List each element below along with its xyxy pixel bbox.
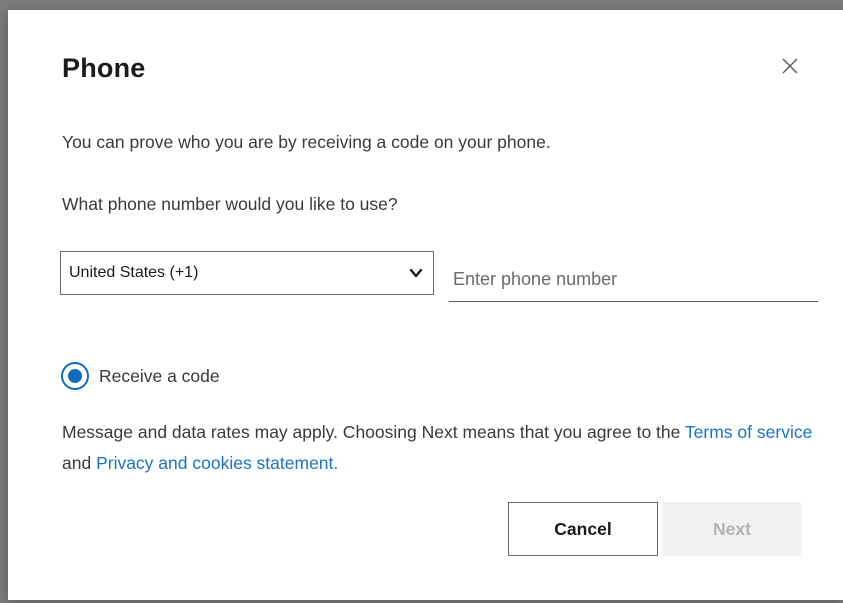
privacy-statement-link[interactable]: Privacy and cookies statement. [96, 453, 338, 473]
notice-text-middle: and [62, 453, 97, 473]
notice-text-before: Message and data rates may apply. Choosi… [62, 422, 685, 442]
cancel-button[interactable]: Cancel [508, 502, 658, 556]
chevron-down-icon [409, 268, 423, 278]
close-button[interactable] [775, 51, 805, 81]
next-button[interactable]: Next [663, 502, 801, 556]
dialog-description: You can prove who you are by receiving a… [62, 132, 551, 152]
dialog-title: Phone [62, 53, 146, 83]
close-icon [782, 58, 798, 74]
phone-question: What phone number would you like to use? [62, 194, 398, 214]
terms-of-service-link[interactable]: Terms of service [685, 422, 812, 442]
phone-number-input[interactable] [449, 258, 818, 302]
country-code-value: United States (+1) [69, 264, 199, 281]
receive-code-option[interactable]: Receive a code [61, 362, 220, 390]
receive-code-label: Receive a code [99, 365, 220, 386]
rates-notice: Message and data rates may apply. Choosi… [62, 417, 822, 479]
country-code-select[interactable]: United States (+1) [60, 251, 434, 295]
phone-dialog: Phone You can prove who you are by recei… [8, 10, 843, 600]
radio-selected-dot [68, 369, 82, 383]
receive-code-radio[interactable] [61, 362, 89, 390]
